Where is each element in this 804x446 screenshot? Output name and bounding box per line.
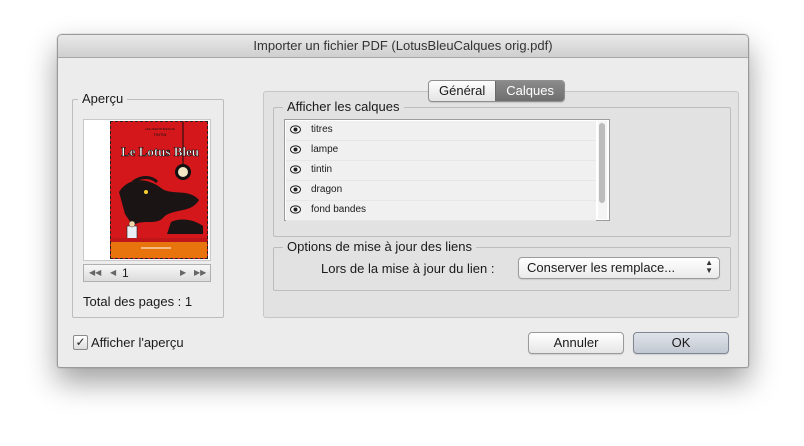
cancel-button[interactable]: Annuler: [528, 332, 624, 354]
layer-row[interactable]: dragon: [286, 181, 596, 201]
layer-row[interactable]: titres: [286, 121, 596, 141]
eye-icon[interactable]: [290, 185, 301, 194]
page-number-field[interactable]: 1: [122, 265, 129, 281]
layer-list: titres lampe tintin dragon fond bandes: [284, 119, 610, 221]
cover-artwork: LES AVENTURES DE TINTIN Le Lotus Bleu: [111, 122, 207, 258]
previous-page-button[interactable]: ◀: [110, 265, 116, 281]
layer-name: tintin: [311, 164, 333, 175]
last-page-button[interactable]: ▶▶: [194, 265, 206, 281]
ok-button[interactable]: OK: [633, 332, 729, 354]
link-update-value: Conserver les remplace...: [527, 260, 676, 275]
eye-icon[interactable]: [290, 205, 301, 214]
layer-name: titres: [311, 124, 333, 135]
link-update-select[interactable]: Conserver les remplace... ▲ ▼: [518, 257, 720, 279]
scrollbar-thumb[interactable]: [599, 123, 605, 203]
layers-group-label: Afficher les calques: [283, 99, 404, 114]
window-title: Importer un fichier PDF (LotusBleuCalque…: [58, 35, 748, 58]
first-page-button[interactable]: ◀◀: [89, 265, 101, 281]
eye-icon[interactable]: [290, 125, 301, 134]
page-navigator: ◀◀ ◀ 1 ▶ ▶▶: [83, 264, 211, 282]
link-update-label: Lors de la mise à jour du lien :: [321, 261, 495, 276]
total-pages-label: Total des pages : 1: [83, 294, 193, 309]
cover-top-text: LES AVENTURES DE: [145, 127, 174, 131]
layer-list-scrollbar[interactable]: [598, 121, 607, 219]
links-group-label: Options de mise à jour des liens: [283, 239, 476, 254]
next-page-button[interactable]: ▶: [180, 265, 186, 281]
eye-icon[interactable]: [290, 165, 301, 174]
cover-hero: TINTIN: [154, 132, 167, 137]
select-arrows-icon: ▲ ▼: [705, 258, 713, 275]
show-preview-label[interactable]: Afficher l'aperçu: [91, 335, 184, 350]
layer-row[interactable]: tintin: [286, 161, 596, 181]
tab-general[interactable]: Général: [429, 81, 495, 101]
tab-calques[interactable]: Calques: [495, 81, 564, 101]
tab-control: Général Calques: [428, 80, 565, 102]
eye-icon[interactable]: [290, 145, 301, 154]
layer-name: lampe: [311, 144, 339, 155]
layer-name: fond bandes: [311, 204, 367, 215]
layer-row[interactable]: fond bandes: [286, 201, 596, 221]
import-pdf-dialog: Importer un fichier PDF (LotusBleuCalque…: [57, 34, 749, 368]
layer-name: dragon: [311, 184, 343, 195]
preview-area: LES AVENTURES DE TINTIN Le Lotus Bleu: [83, 119, 211, 261]
show-preview-checkbox[interactable]: ✓: [73, 335, 88, 350]
layer-row[interactable]: lampe: [286, 141, 596, 161]
cover-title: Le Lotus Bleu: [121, 144, 199, 159]
pdf-cover-thumbnail: LES AVENTURES DE TINTIN Le Lotus Bleu: [110, 121, 208, 259]
preview-group-label: Aperçu: [78, 91, 128, 106]
